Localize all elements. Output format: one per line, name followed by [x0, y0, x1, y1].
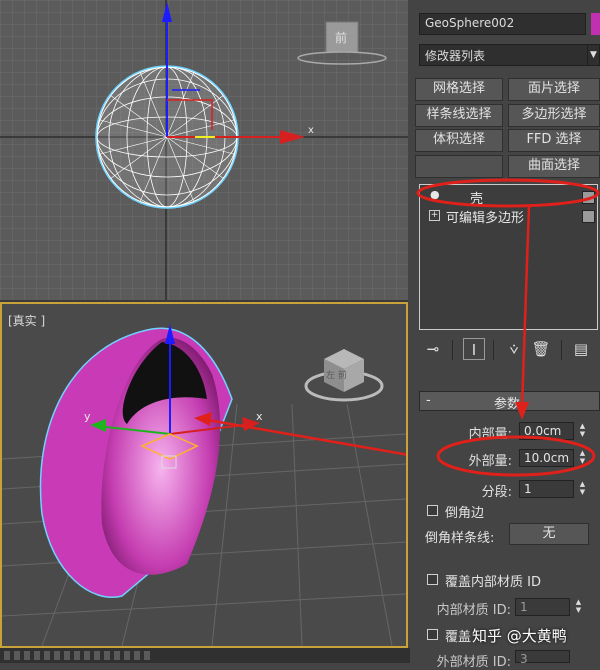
expand-plus-icon[interactable]: + [429, 210, 440, 221]
axis-x-label-persp: x [256, 410, 263, 423]
volume-select-button[interactable]: 体积选择 [415, 129, 503, 152]
inner-mat-id-field[interactable]: 1 [515, 598, 570, 616]
inner-amount-label: 内部量: [468, 427, 512, 442]
segments-spinner[interactable]: ▲ ▼ [577, 480, 588, 498]
viewport-top[interactable]: x 前 [0, 0, 408, 302]
watermark: 知乎 @大黄鸭 [472, 627, 567, 645]
poly-select-button[interactable]: 多边形选择 [508, 104, 600, 127]
configure-sets-icon[interactable]: ▤ [570, 338, 592, 360]
segments-field[interactable]: 1 [519, 480, 574, 498]
pin-stack-icon[interactable]: ⊸ [422, 338, 444, 360]
inner-amount-spinner[interactable]: ▲ ▼ [577, 422, 588, 440]
shell-hemisphere [39, 327, 233, 598]
bevel-spline-button[interactable]: 无 [509, 523, 589, 545]
bevel-edges-checkbox[interactable] [427, 505, 438, 516]
stack-item-toggle[interactable] [582, 191, 595, 204]
override-inner-mat-label: 覆盖内部材质 ID [445, 575, 541, 590]
viewport-label[interactable]: [真实 ] [8, 312, 45, 329]
stack-item-shell[interactable]: ● 壳 [422, 188, 597, 207]
make-unique-icon[interactable]: ⩒ [503, 338, 525, 360]
rollout-title: 参数 [494, 397, 521, 412]
viewport-perspective[interactable]: y x 左 前 [真实 ] [0, 302, 408, 648]
bulb-icon[interactable]: ● [430, 188, 440, 201]
viewport-perspective-canvas: y x 左 前 [2, 324, 406, 646]
empty-modifier-button[interactable] [415, 155, 503, 178]
bevel-edges-label: 倒角边 [445, 506, 485, 521]
stack-item-editable-poly[interactable]: + 可编辑多边形 [422, 207, 597, 226]
inner-mat-id-spinner[interactable]: ▲ ▼ [573, 598, 584, 616]
inner-mat-id-label: 内部材质 ID: [436, 603, 511, 618]
spline-select-button[interactable]: 样条线选择 [415, 104, 503, 127]
parameters-rollout-header[interactable]: - 参数 [419, 391, 600, 412]
viewcube-side-label: 左 前 [326, 369, 347, 381]
viewcube[interactable]: 左 前 [304, 349, 384, 402]
outer-amount-label: 外部量: [468, 454, 512, 469]
modifier-list-label: 修改器列表 [425, 49, 486, 63]
modifier-stack[interactable]: ● 壳 + 可编辑多边形 [419, 184, 598, 330]
modifier-list-dropdown[interactable]: 修改器列表 [419, 44, 589, 66]
show-end-result-icon[interactable]: I [463, 338, 485, 360]
object-name-field[interactable]: GeoSphere002 [419, 13, 586, 35]
bevel-spline-label: 倒角样条线: [425, 531, 495, 546]
override-outer-mat-checkbox[interactable] [427, 629, 438, 640]
mesh-select-button[interactable]: 网格选择 [415, 78, 503, 101]
outer-mat-id-field[interactable]: 3 [515, 650, 570, 666]
chevron-down-icon[interactable]: ▼ [587, 44, 600, 66]
stack-item-toggle[interactable] [582, 210, 595, 223]
patch-select-button[interactable]: 面片选择 [508, 78, 600, 101]
viewcube-front-label: 前 [335, 30, 347, 45]
stack-item-label: 可编辑多边形 [446, 211, 525, 226]
annotation-arrow-outer [201, 417, 406, 456]
status-strip [0, 648, 410, 663]
override-outer-mat-label: 覆盖 [445, 630, 472, 645]
outer-mat-id-label: 外部材质 ID: [436, 655, 511, 670]
surface-select-button[interactable]: 曲面选择 [508, 155, 600, 178]
rollout-collapse-toggle[interactable]: - [426, 393, 431, 408]
override-inner-mat-checkbox[interactable] [427, 574, 438, 585]
object-color-swatch[interactable] [591, 13, 600, 35]
viewport-top-canvas: x 前 [0, 0, 408, 300]
outer-amount-spinner[interactable]: ▲ ▼ [577, 449, 588, 467]
axis-x-label: x [308, 125, 314, 136]
remove-modifier-icon[interactable]: 🗑 [530, 338, 552, 360]
segments-label: 分段: [481, 485, 512, 500]
ffd-select-button[interactable]: FFD 选择 [508, 129, 600, 152]
axis-y-label: y [84, 410, 91, 423]
inner-amount-field[interactable]: 0.0cm [519, 422, 574, 440]
outer-amount-field[interactable]: 10.0cm [519, 449, 574, 467]
stack-item-label: 壳 [470, 192, 484, 207]
